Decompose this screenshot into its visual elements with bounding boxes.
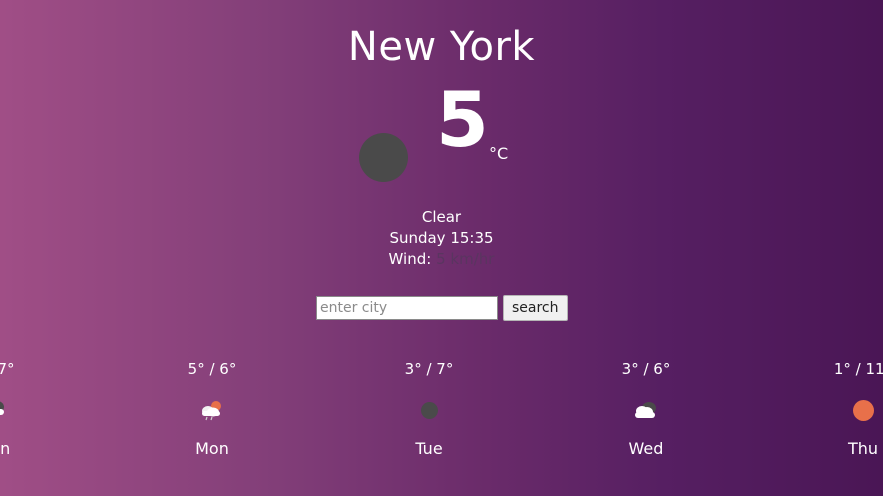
current-temperature: 5	[436, 75, 489, 164]
clear-night-icon	[359, 133, 408, 182]
forecast-range: ° / 7°	[0, 360, 15, 378]
forecast-day: 3° / 7° Tue	[369, 358, 489, 460]
cloudy-icon	[635, 402, 656, 418]
forecast-day-name: Wed	[628, 439, 664, 458]
city-search-input[interactable]	[316, 296, 498, 320]
forecast-range: 1° / 11°	[833, 360, 883, 378]
temperature-unit: °C	[489, 144, 509, 163]
current-details: Clear Sunday 15:35 Wind: 5 km/hr	[0, 207, 883, 270]
forecast-range: 3° / 7°	[404, 360, 454, 378]
wind-value: 5 km/hr	[436, 250, 495, 268]
forecast-day-name: Tue	[415, 439, 443, 458]
forecast-day-name: Thu	[847, 439, 879, 458]
forecast-day: 5° / 6° Mon	[152, 358, 272, 460]
forecast-day-name: Mon	[195, 439, 229, 458]
forecast-day-name: Sun	[0, 439, 11, 458]
partly-cloudy-icon	[202, 401, 221, 421]
clear-night-icon	[420, 401, 438, 419]
forecast-range: 3° / 6°	[621, 360, 671, 378]
wind-row: Wind: 5 km/hr	[0, 249, 883, 270]
datetime-text: Sunday 15:35	[389, 229, 494, 247]
wind-label: Wind:	[388, 250, 432, 268]
forecast-range: 5° / 6°	[187, 360, 237, 378]
forecast-day: ° / 7° Sun	[0, 358, 55, 460]
search-button[interactable]: search	[503, 295, 568, 321]
cloudy-rain-icon	[0, 401, 4, 415]
forecast-day: 3° / 6° Wed	[586, 358, 706, 460]
city-name: New York	[347, 24, 536, 70]
condition-text: Clear	[421, 208, 462, 226]
forecast-day: 1° / 11° Thu	[803, 358, 883, 460]
sun-icon	[852, 399, 874, 421]
search-form: search	[316, 295, 568, 321]
